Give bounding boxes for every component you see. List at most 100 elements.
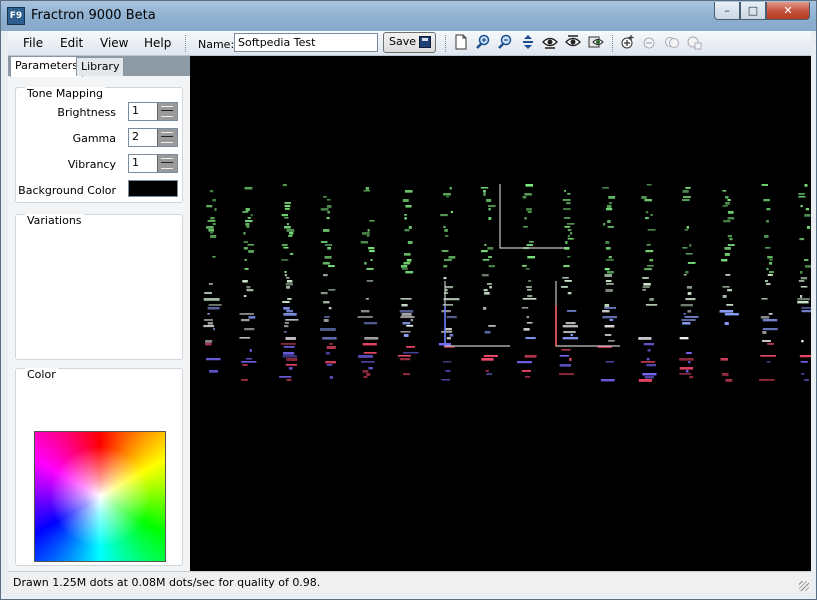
maximize-button[interactable]: □ (740, 2, 766, 20)
fractal-streak (441, 379, 451, 381)
fractal-streak (526, 286, 532, 289)
zoom-in-icon[interactable] (474, 34, 492, 52)
vibrancy-stepper[interactable]: 1 (128, 154, 178, 173)
fractal-streak (244, 328, 255, 331)
fractal-streak (450, 211, 453, 213)
fractal-streak (569, 232, 573, 235)
minimize-button[interactable]: – (714, 2, 740, 20)
fractal-streak (685, 298, 696, 301)
fractal-streak (725, 196, 729, 199)
fractal-streak (489, 286, 492, 289)
fractal-streak (284, 274, 287, 277)
fractal-streak (208, 304, 222, 306)
fractal-streak (322, 337, 337, 340)
tab-library[interactable]: Library (76, 57, 125, 76)
menu-edit[interactable]: Edit (60, 36, 83, 50)
fractal-streak (763, 235, 769, 238)
fractal-streak (726, 304, 734, 306)
save-button-label: Save (389, 35, 417, 48)
preview-alt-icon[interactable] (564, 34, 582, 52)
fractal-streak (516, 361, 532, 364)
fractal-streak (797, 298, 810, 301)
fractal-streak (327, 211, 330, 214)
color-picker[interactable] (34, 431, 166, 562)
fractal-streak (243, 247, 248, 250)
brightness-stepper[interactable]: 1 (128, 102, 178, 121)
add-transform-icon[interactable] (619, 34, 637, 52)
fractal-streak (329, 376, 334, 379)
name-input[interactable] (234, 33, 378, 52)
fractal-streak (481, 250, 488, 253)
fractal-streak (761, 340, 771, 342)
fractal-streak (727, 199, 731, 201)
fractal-streak (727, 211, 734, 214)
fractal-streak (567, 235, 570, 238)
fractal-streak (244, 187, 253, 190)
gamma-stepper[interactable]: 2 (128, 128, 178, 147)
fractal-streak (606, 205, 612, 208)
fractal-streak (798, 196, 806, 198)
fractal-streak (326, 346, 336, 349)
fractal-streak (246, 289, 254, 292)
fractal-streak (527, 211, 532, 214)
menu-file[interactable]: File (23, 36, 43, 50)
fractal-streak (289, 232, 294, 235)
stepper-arrows-icon[interactable] (157, 129, 177, 146)
duplicate-transform-icon[interactable] (663, 34, 681, 52)
fractal-streak (606, 259, 614, 261)
fractal-streak (410, 319, 414, 322)
fractal-streak (724, 253, 730, 256)
render-icon[interactable] (587, 34, 605, 52)
fractal-streak (404, 217, 407, 220)
stepper-arrows-icon[interactable] (157, 103, 177, 120)
fractal-streak (358, 355, 373, 358)
fractal-streak (360, 241, 369, 244)
fractal-streak (570, 334, 573, 337)
fractal-streak (524, 376, 531, 378)
title-bar[interactable]: F9 Fractron 9000 Beta – □ ✕ (1, 1, 816, 31)
fractal-streak (404, 229, 410, 232)
resize-grip-icon[interactable] (799, 581, 809, 591)
fractal-streak (323, 301, 330, 304)
fractal-streak (683, 196, 691, 199)
fractal-streak (804, 214, 811, 217)
fit-vertical-icon[interactable] (519, 34, 537, 52)
fractal-streak (722, 205, 728, 207)
fractal-streak (722, 373, 729, 376)
tab-parameters[interactable]: Parameters (10, 56, 83, 77)
fractal-streak (283, 331, 287, 333)
fractal-streak (563, 331, 576, 334)
fractal-streak (443, 193, 451, 196)
menu-help[interactable]: Help (144, 36, 171, 50)
fractal-canvas[interactable] (190, 56, 811, 571)
fractal-streak (562, 325, 578, 328)
fractal-streak (282, 355, 297, 358)
fractal-streak (768, 262, 773, 265)
fractal-streak (722, 286, 730, 288)
fractal-streak (241, 379, 249, 381)
fractal-streak (361, 232, 370, 235)
background-color-swatch[interactable] (128, 180, 178, 197)
save-button[interactable]: Save (383, 32, 436, 53)
stepper-arrows-icon[interactable] (157, 155, 177, 172)
transform-settings-icon[interactable] (685, 34, 703, 52)
new-document-icon[interactable] (452, 34, 470, 52)
close-button[interactable]: ✕ (766, 2, 810, 20)
fractal-streak (284, 217, 289, 219)
fractal-streak (210, 217, 215, 220)
fractal-streak (449, 187, 452, 190)
fractal-streak (766, 268, 769, 271)
fractal-render (203, 184, 811, 382)
toolbar-grip-2 (445, 35, 448, 52)
fractal-streak (766, 208, 771, 211)
fractal-streak (805, 265, 811, 268)
fractal-streak (328, 265, 335, 268)
zoom-out-icon[interactable] (496, 34, 514, 52)
fractal-streak (686, 226, 689, 229)
menu-view[interactable]: View (100, 36, 128, 50)
fractal-streak (527, 295, 533, 298)
remove-transform-icon[interactable] (641, 34, 659, 52)
fractal-streak (284, 325, 289, 328)
preview-icon[interactable] (541, 34, 559, 52)
fractal-streak (205, 343, 212, 346)
